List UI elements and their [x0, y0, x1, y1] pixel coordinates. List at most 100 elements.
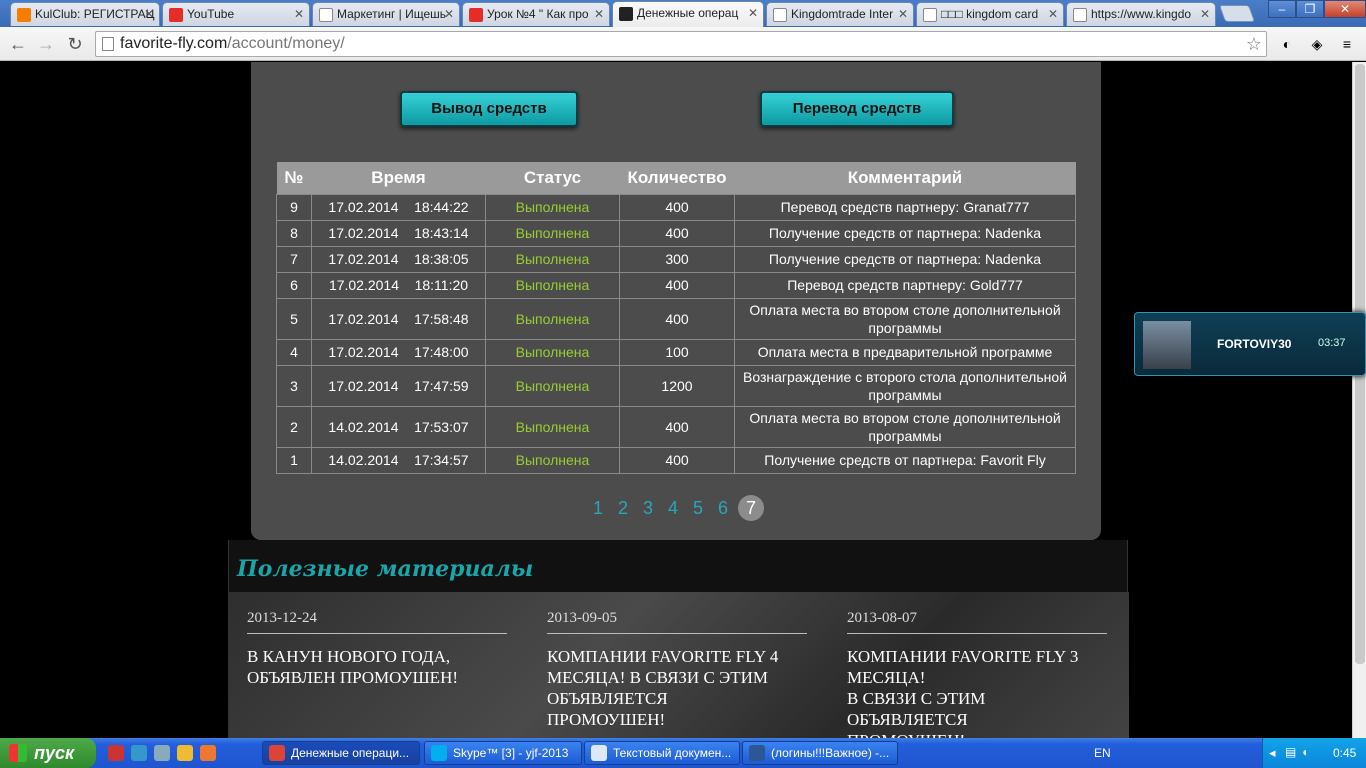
- network-icon[interactable]: ▤: [1285, 745, 1296, 759]
- close-icon[interactable]: ✕: [748, 2, 758, 24]
- table-row: 4 17.02.2014 17:48:00 Выполнена 100 Опла…: [276, 338, 1076, 366]
- task-word[interactable]: (логины!!!Важное) -...: [742, 741, 898, 765]
- windows-taskbar: пуск Денежные операци... Skype™ [3] - yj…: [0, 738, 1366, 768]
- chrome-icon: [269, 745, 285, 761]
- volume-icon[interactable]: ◖: [1301, 745, 1308, 759]
- cell-number: 4: [276, 338, 312, 366]
- tab-title: KulClub: РЕГИСТРАЦ: [35, 7, 155, 21]
- tab-money[interactable]: Денежные операц ✕: [612, 1, 764, 27]
- cell-number: 9: [276, 193, 312, 221]
- news-item[interactable]: 2013-12-24 В КАНУН НОВОГО ГОДА, ОБЪЯВЛЕН…: [247, 610, 507, 688]
- table-row: 5 17.02.2014 17:58:48 Выполнена 400 Опла…: [276, 297, 1076, 340]
- page-link[interactable]: 1: [588, 495, 608, 521]
- tab-title: Маркетинг | Ищешь: [337, 7, 447, 21]
- language-indicator[interactable]: EN: [1094, 746, 1111, 760]
- quicklaunch-icon[interactable]: [108, 745, 124, 761]
- cell-comment: Оплата места во втором столе дополнитель…: [734, 405, 1076, 448]
- cell-amount: 400: [619, 446, 735, 474]
- close-icon[interactable]: ✕: [444, 3, 454, 25]
- tray-arrow-icon[interactable]: ◂: [1269, 745, 1276, 761]
- url-path: /account/money/: [227, 35, 345, 52]
- cell-date: 17.02.2014: [328, 344, 399, 360]
- cell-comment: Вознаграждение с второго стола дополните…: [734, 364, 1076, 407]
- reload-icon[interactable]: ↻: [63, 32, 87, 56]
- desktop-icon[interactable]: [154, 745, 170, 761]
- task-label: Skype™ [3] - yjf-2013: [453, 746, 569, 760]
- pagination: 1 2 3 4 5 6 7: [251, 495, 1101, 521]
- table-row: 9 17.02.2014 18:44:22 Выполнена 400 Пере…: [276, 193, 1076, 221]
- task-notepad[interactable]: Текстовый докумен...: [584, 741, 740, 765]
- news-headline[interactable]: В КАНУН НОВОГО ГОДА, ОБЪЯВЛЕН ПРОМОУШЕН!: [247, 646, 507, 688]
- cell-time: 17.02.2014 18:11:20: [311, 271, 486, 299]
- cell-time: 17.02.2014 18:44:22: [311, 193, 486, 221]
- maximize-button[interactable]: ❐: [1296, 0, 1324, 18]
- close-icon[interactable]: ✕: [1200, 3, 1210, 25]
- start-button[interactable]: пуск: [0, 738, 96, 768]
- transfer-button[interactable]: Перевод средств: [760, 91, 954, 127]
- news-item[interactable]: 2013-09-05 КОМПАНИИ FAVORITE FLY 4 МЕСЯЦ…: [547, 610, 807, 730]
- tab-kingdom-https[interactable]: https://www.kingdo ✕: [1066, 2, 1216, 26]
- tab-marketing[interactable]: Маркетинг | Ищешь ✕: [312, 2, 460, 26]
- tab-lesson[interactable]: Урок №4 " Как про ✕: [462, 2, 610, 26]
- forward-arrow-icon[interactable]: →: [34, 32, 58, 56]
- tab-kulclub[interactable]: KulClub: РЕГИСТРАЦ ✕: [10, 2, 160, 26]
- address-bar[interactable]: favorite-fly.com/account/money/ ☆: [95, 31, 1267, 57]
- current-page: 7: [738, 495, 765, 521]
- page-link[interactable]: 6: [713, 495, 733, 521]
- task-skype[interactable]: Skype™ [3] - yjf-2013: [424, 741, 582, 765]
- cell-status: Выполнена: [485, 219, 620, 247]
- news-date: 2013-08-07: [847, 610, 1107, 634]
- menu-icon[interactable]: ≡: [1336, 33, 1358, 55]
- contact-notification[interactable]: FORTOVIY30 03:37: [1134, 312, 1366, 376]
- cell-time: 17.02.2014 18:38:05: [311, 245, 486, 273]
- extension-icon[interactable]: ◈: [1306, 33, 1328, 55]
- avatar: [1143, 321, 1191, 369]
- cell-clock: 18:43:14: [414, 225, 469, 241]
- close-icon[interactable]: ✕: [1048, 3, 1058, 25]
- ie-icon[interactable]: [131, 745, 147, 761]
- close-icon[interactable]: ✕: [294, 3, 304, 25]
- page-link[interactable]: 2: [613, 495, 633, 521]
- news-headline[interactable]: КОМПАНИИ FAVORITE FLY 4 МЕСЯЦА! В СВЯЗИ …: [547, 646, 807, 730]
- close-window-button[interactable]: ✕: [1324, 0, 1366, 18]
- cell-amount: 400: [619, 193, 735, 221]
- money-panel: Вывод средств Перевод средств № Время Ст…: [251, 62, 1101, 540]
- notepad-icon: [591, 745, 607, 761]
- page-link[interactable]: 4: [663, 495, 683, 521]
- close-icon[interactable]: ✕: [594, 3, 604, 25]
- page-link[interactable]: 3: [638, 495, 658, 521]
- col-status: Статус: [485, 162, 620, 194]
- task-chrome[interactable]: Денежные операци...: [262, 741, 420, 765]
- folder-icon[interactable]: [177, 745, 193, 761]
- cell-date: 17.02.2014: [328, 251, 399, 267]
- cell-amount: 400: [619, 271, 735, 299]
- windows-flag-icon: [9, 744, 27, 762]
- cell-time: 14.02.2014 17:34:57: [311, 446, 486, 474]
- tab-kingdomtrade[interactable]: Kingdomtrade Inter ✕: [766, 2, 914, 26]
- task-label: Денежные операци...: [291, 746, 410, 760]
- minimize-button[interactable]: –: [1268, 0, 1296, 18]
- cell-number: 7: [276, 245, 312, 273]
- news-item[interactable]: 2013-08-07 КОМПАНИИ FAVORITE FLY 3 МЕСЯЦ…: [847, 610, 1107, 738]
- close-icon[interactable]: ✕: [898, 3, 908, 25]
- cell-comment: Получение средств от партнера: Nadenka: [734, 245, 1076, 273]
- close-icon[interactable]: ✕: [144, 3, 154, 25]
- extension-icon[interactable]: ◐: [1276, 33, 1298, 55]
- news-headline[interactable]: КОМПАНИИ FAVORITE FLY 3 МЕСЯЦА! В СВЯЗИ …: [847, 646, 1107, 738]
- page-scrollbar[interactable]: [1352, 62, 1366, 738]
- cell-status: Выполнена: [485, 446, 620, 474]
- tab-youtube[interactable]: YouTube ✕: [162, 2, 310, 26]
- bookmark-star-icon[interactable]: ☆: [1246, 32, 1262, 56]
- table-row: 7 17.02.2014 18:38:05 Выполнена 300 Полу…: [276, 245, 1076, 273]
- cell-status: Выполнена: [485, 271, 620, 299]
- browser-tab-strip: KulClub: РЕГИСТРАЦ ✕ YouTube ✕ Маркетинг…: [0, 0, 1366, 27]
- tab-kingdom-card[interactable]: □□□ kingdom card ✕: [916, 2, 1064, 26]
- site-icon: [619, 7, 633, 21]
- withdraw-button[interactable]: Вывод средств: [400, 91, 578, 127]
- cell-amount: 1200: [619, 364, 735, 407]
- firefox-icon[interactable]: [200, 745, 216, 761]
- system-tray: ◂ ▤ ◖ 0:45: [1262, 738, 1366, 768]
- page-link[interactable]: 5: [688, 495, 708, 521]
- new-tab-button[interactable]: [1218, 5, 1256, 22]
- back-arrow-icon[interactable]: ←: [6, 32, 30, 56]
